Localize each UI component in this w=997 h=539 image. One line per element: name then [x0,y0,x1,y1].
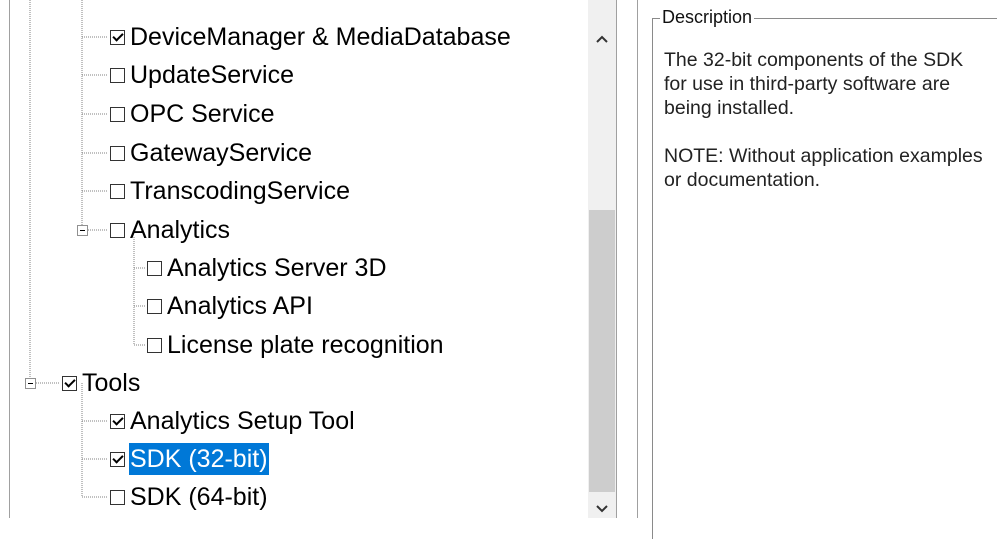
tree-item-devicemanager[interactable]: DeviceManager & MediaDatabase [110,20,512,54]
tree-item-gatewayservice[interactable]: GatewayService [110,136,313,170]
scroll-thumb[interactable] [589,210,615,492]
tree-item-label: Tools [82,369,141,397]
tree-item-opc-service[interactable]: OPC Service [110,97,275,131]
tree-item-sdk-32-bit[interactable]: SDK (32-bit) [110,442,269,476]
checkbox-opc-service[interactable] [110,106,125,122]
tree-item-updateservice[interactable]: UpdateService [110,58,295,92]
description-panel: Description The 32-bit components of the… [637,0,997,539]
description-text: The 32-bit components of the SDK for use… [664,48,984,216]
collapse-tools-icon[interactable] [25,378,36,389]
tree-item-license-plate-recognition[interactable]: License plate recognition [147,328,445,362]
checkbox-analytics-server-3d[interactable] [147,260,162,276]
checkbox-sdk-64-bit[interactable] [110,489,125,505]
component-tree[interactable]: DeviceManager & MediaDatabase UpdateServ… [9,0,617,518]
tree-item-label: OPC Service [130,100,275,128]
tree-item-label: GatewayService [130,139,313,167]
checkbox-analytics[interactable] [110,222,125,238]
checkbox-transcodingservice[interactable] [110,183,125,199]
tree-item-label: Analytics [130,216,231,244]
scroll-up-icon[interactable] [588,28,616,50]
checkbox-analytics-setup-tool[interactable] [110,413,125,429]
tree-item-label: UpdateService [130,61,294,89]
checkbox-license-plate-recognition[interactable] [147,337,162,353]
description-note: NOTE: Without application examples or do… [664,145,983,191]
tree-item-label: DeviceManager & MediaDatabase [130,23,511,51]
description-legend: Description [660,7,755,28]
tree-item-label: Analytics Server 3D [167,254,387,282]
tree-item-tools[interactable]: Tools [62,366,141,400]
checkbox-updateservice[interactable] [110,67,125,83]
tree-item-label: License plate recognition [167,331,444,359]
checkbox-tools[interactable] [62,375,77,391]
checkbox-sdk-32-bit[interactable] [110,451,125,467]
tree-item-label: TranscodingService [130,177,351,205]
tree-item-analytics-setup-tool[interactable]: Analytics Setup Tool [110,404,356,438]
description-paragraph: The 32-bit components of the SDK for use… [664,49,964,119]
tree-item-analytics-server-3d[interactable]: Analytics Server 3D [147,251,388,285]
checkbox-devicemanager[interactable] [110,29,125,45]
tree-item-sdk-64-bit[interactable]: SDK (64-bit) [110,480,269,514]
tree-item-label: SDK (32-bit) [129,443,269,475]
checkbox-analytics-api[interactable] [147,298,162,314]
scroll-down-icon[interactable] [588,498,616,518]
tree-item-transcodingservice[interactable]: TranscodingService [110,174,351,208]
tree-item-label: Analytics Setup Tool [130,407,355,435]
vertical-scrollbar[interactable] [588,0,616,518]
collapse-analytics-icon[interactable] [77,225,88,236]
tree-item-analytics-api[interactable]: Analytics API [147,289,314,323]
tree-item-label: Analytics API [167,292,313,320]
tree-item-label: SDK (64-bit) [130,483,268,511]
checkbox-gatewayservice[interactable] [110,145,125,161]
tree-item-analytics[interactable]: Analytics [110,213,231,247]
